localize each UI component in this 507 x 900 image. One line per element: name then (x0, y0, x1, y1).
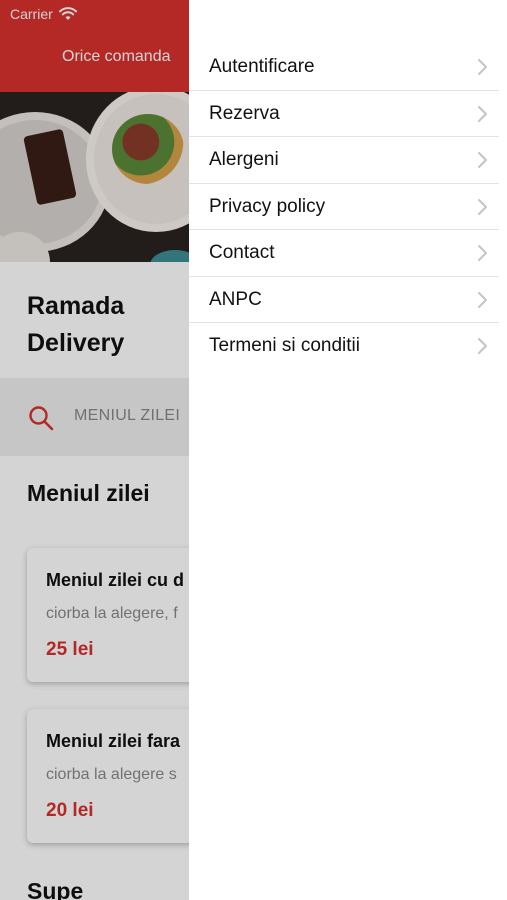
drawer-item-contact[interactable]: Contact (189, 230, 507, 277)
chevron-right-icon (478, 105, 487, 122)
chevron-right-icon (478, 338, 487, 354)
chevron-right-icon (478, 59, 487, 75)
side-drawer: Autentificare Rezerva Alergeni Privacy p… (189, 0, 507, 900)
drawer-item-termeni[interactable]: Termeni si conditii (189, 323, 507, 370)
chevron-right-icon (478, 198, 487, 215)
drawer-item-label: Privacy policy (209, 195, 326, 217)
drawer-overlay[interactable] (0, 0, 189, 900)
drawer-item-label: Rezerva (209, 102, 280, 124)
drawer-item-rezerva[interactable]: Rezerva (189, 91, 507, 137)
drawer-item-autentificare[interactable]: Autentificare (189, 44, 507, 91)
chevron-right-icon (478, 152, 487, 168)
drawer-menu: Autentificare Rezerva Alergeni Privacy p… (189, 44, 507, 370)
chevron-right-icon (478, 245, 487, 261)
drawer-item-alergeni[interactable]: Alergeni (189, 137, 507, 184)
drawer-item-privacy-policy[interactable]: Privacy policy (189, 184, 507, 230)
drawer-item-label: Contact (209, 242, 275, 264)
drawer-item-label: ANPC (209, 288, 262, 310)
drawer-item-label: Alergeni (209, 149, 279, 171)
chevron-right-icon (478, 291, 487, 308)
drawer-item-label: Autentificare (209, 56, 315, 78)
drawer-item-anpc[interactable]: ANPC (189, 277, 507, 323)
drawer-item-label: Termeni si conditii (209, 335, 360, 357)
